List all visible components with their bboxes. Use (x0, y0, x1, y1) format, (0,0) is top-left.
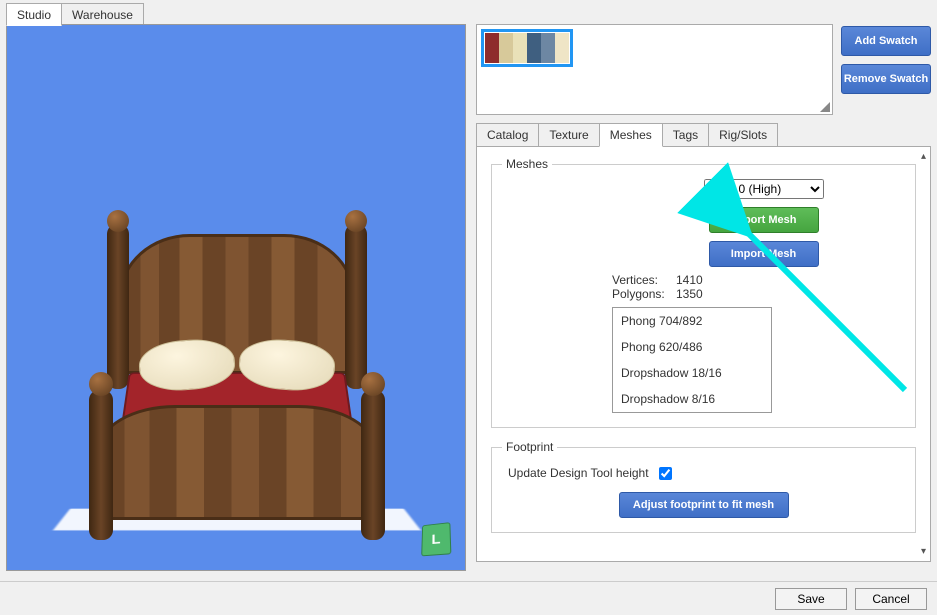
add-swatch-button[interactable]: Add Swatch (841, 26, 931, 56)
mesh-entry[interactable]: Dropshadow 18/16 (613, 360, 771, 386)
detail-tab-bar: Catalog Texture Meshes Tags Rig/Slots (476, 123, 931, 147)
mesh-entry[interactable]: Phong 620/486 (613, 334, 771, 360)
tab-tags[interactable]: Tags (662, 123, 709, 147)
swatch-panel[interactable] (476, 24, 833, 115)
vertices-label: Vertices: (612, 273, 670, 287)
tab-texture[interactable]: Texture (538, 123, 599, 147)
scroll-up-icon[interactable]: ▴ (921, 151, 926, 162)
scroll-down-icon[interactable]: ▾ (921, 546, 926, 557)
export-mesh-button[interactable]: Export Mesh (709, 207, 819, 233)
mesh-entry-list[interactable]: Phong 704/892Phong 620/486Dropshadow 18/… (612, 307, 772, 413)
mesh-entry[interactable]: Dropshadow 8/16 (613, 386, 771, 412)
save-button[interactable]: Save (775, 588, 847, 610)
update-height-checkbox[interactable] (659, 467, 672, 480)
swatch-color[interactable] (513, 33, 527, 63)
tab-rigslots[interactable]: Rig/Slots (708, 123, 778, 147)
meshes-legend: Meshes (502, 157, 552, 171)
swatch-color[interactable] (527, 33, 541, 63)
cancel-button[interactable]: Cancel (855, 588, 927, 610)
mesh-entry[interactable]: Phong 704/892 (613, 308, 771, 334)
light-badge[interactable]: L (421, 522, 451, 556)
swatch-color[interactable] (485, 33, 499, 63)
lod-select[interactable]: LOD 0 (High) (704, 179, 824, 199)
detail-pane: ▴ ▾ Meshes LOD 0 (High) Export Mesh Impo… (476, 146, 931, 562)
tab-studio[interactable]: Studio (6, 3, 62, 26)
tab-warehouse[interactable]: Warehouse (61, 3, 144, 26)
footprint-group: Footprint Update Design Tool height Adju… (491, 440, 916, 533)
import-mesh-button[interactable]: Import Mesh (709, 241, 819, 267)
swatch-color[interactable] (555, 33, 569, 63)
swatch-selected[interactable] (481, 29, 573, 67)
footprint-legend: Footprint (502, 440, 557, 454)
bed-model (97, 224, 377, 544)
remove-swatch-button[interactable]: Remove Swatch (841, 64, 931, 94)
swatch-color[interactable] (499, 33, 513, 63)
vertices-value: 1410 (676, 273, 703, 287)
adjust-footprint-button[interactable]: Adjust footprint to fit mesh (619, 492, 789, 518)
update-height-label: Update Design Tool height (508, 466, 649, 480)
tab-meshes[interactable]: Meshes (599, 123, 663, 147)
polygons-label: Polygons: (612, 287, 670, 301)
bottom-bar: Save Cancel (0, 581, 937, 615)
meshes-group: Meshes LOD 0 (High) Export Mesh Import M… (491, 157, 916, 428)
tab-catalog[interactable]: Catalog (476, 123, 539, 147)
preview-viewport[interactable]: L (6, 24, 466, 571)
top-tab-bar: Studio Warehouse (0, 0, 937, 26)
polygons-value: 1350 (676, 287, 703, 301)
swatch-color[interactable] (541, 33, 555, 63)
